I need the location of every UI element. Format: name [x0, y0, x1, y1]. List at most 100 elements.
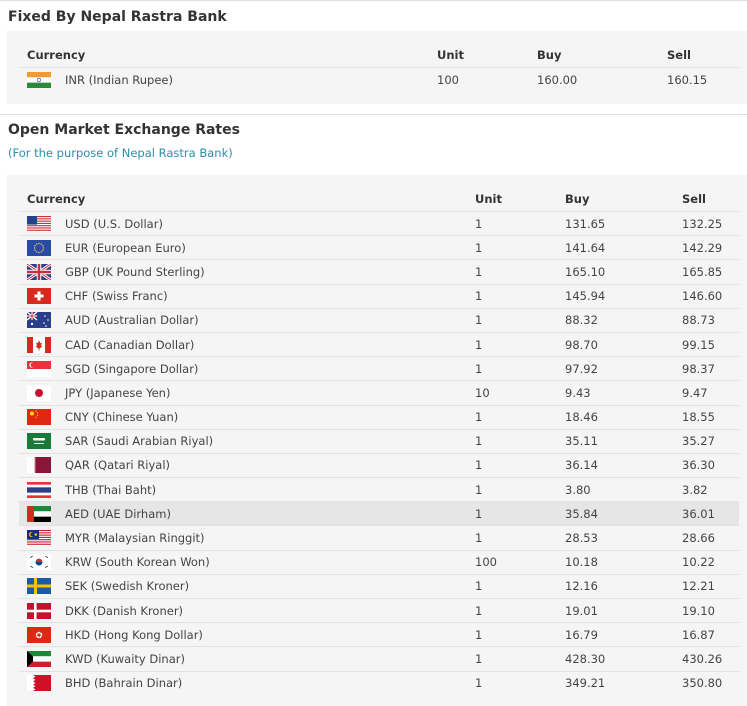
open-market-table: Currency Unit Buy Sell USD (U.S. Dollar)…: [19, 187, 739, 695]
cny-flag-icon: [27, 409, 51, 426]
currency-cell: SEK (Swedish Kroner): [19, 573, 467, 599]
buy-cell: 165.10: [557, 259, 674, 285]
currency-label: JPY (Japanese Yen): [65, 385, 171, 400]
table-row: KWD (Kuwaity Dinar) 1 428.30 430.26: [19, 646, 739, 672]
currency-label: CHF (Swiss Franc): [65, 289, 168, 304]
unit-cell: 1: [467, 307, 557, 333]
open-market-panel: Currency Unit Buy Sell USD (U.S. Dollar)…: [7, 175, 747, 706]
open-market-title: Open Market Exchange Rates: [8, 122, 240, 138]
currency-cell: BHD (Bahrain Dinar): [19, 670, 467, 695]
currency-cell: KWD (Kuwaity Dinar): [19, 646, 467, 672]
table-header-row: Currency Unit Buy Sell: [19, 43, 739, 68]
currency-cell: CHF (Swiss Franc): [19, 283, 467, 309]
currency-cell: USD (U.S. Dollar): [19, 210, 467, 236]
table-row: SEK (Swedish Kroner) 1 12.16 12.21: [19, 573, 739, 599]
currency-cell: SAR (Saudi Arabian Riyal): [19, 428, 467, 454]
currency-cell: EUR (European Euro): [19, 235, 467, 260]
aed-flag-icon: [27, 505, 51, 522]
unit-cell: 1: [467, 622, 557, 647]
buy-cell: 35.84: [557, 501, 674, 526]
sell-cell: 36.30: [674, 452, 739, 478]
col-buy: Buy: [537, 48, 562, 62]
currency-cell: CNY (Chinese Yuan): [19, 404, 467, 430]
currency-label: CNY (Chinese Yuan): [65, 410, 179, 425]
top-divider: [0, 0, 747, 1]
cad-flag-icon: [27, 336, 51, 353]
unit-cell: 1: [467, 452, 557, 478]
currency-cell: CAD (Canadian Dollar): [19, 331, 467, 357]
table-row: CAD (Canadian Dollar) 1 98.70 99.15: [19, 331, 739, 357]
currency-label: SEK (Swedish Kroner): [65, 579, 190, 594]
table-row: DKK (Danish Kroner) 1 19.01 19.10: [19, 597, 739, 623]
currency-cell: MYR (Malaysian Ringgit): [19, 525, 467, 551]
chf-flag-icon: [27, 288, 51, 305]
buy-cell: 10.18: [557, 549, 674, 575]
table-row: QAR (Qatari Riyal) 1 36.14 36.30: [19, 452, 739, 478]
table-row: BHD (Bahrain Dinar) 1 349.21 350.80: [19, 670, 739, 695]
currency-label: GBP (UK Pound Sterling): [65, 264, 205, 279]
unit-cell: 1: [467, 210, 557, 236]
unit-cell: 1: [467, 646, 557, 672]
sek-flag-icon: [27, 578, 51, 595]
jpy-flag-icon: [27, 384, 51, 401]
sgd-flag-icon: [27, 360, 51, 377]
sell-cell: 9.47: [674, 380, 739, 405]
currency-label: MYR (Malaysian Ringgit): [65, 531, 205, 546]
currency-label: BHD (Bahrain Dinar): [65, 676, 183, 691]
table-row: AUD (Australian Dollar) 1 88.32 88.73: [19, 307, 739, 333]
currency-label: KRW (South Korean Won): [65, 555, 210, 570]
unit-cell: 100: [467, 549, 557, 575]
unit-cell: 1: [467, 235, 557, 260]
dkk-flag-icon: [27, 602, 51, 619]
col-sell: Sell: [667, 48, 691, 62]
sell-cell: 99.15: [674, 331, 739, 357]
buy-cell: 28.53: [557, 525, 674, 551]
buy-cell: 145.94: [557, 283, 674, 309]
currency-label: SGD (Singapore Dollar): [65, 361, 199, 376]
currency-cell: GBP (UK Pound Sterling): [19, 259, 467, 285]
currency-cell: INR (Indian Rupee): [19, 67, 429, 92]
currency-label: USD (U.S. Dollar): [65, 216, 163, 231]
buy-cell: 131.65: [557, 210, 674, 236]
currency-cell: QAR (Qatari Riyal): [19, 452, 467, 478]
currency-cell: THB (Thai Baht): [19, 477, 467, 502]
fixed-rates-title: Fixed By Nepal Rastra Bank: [8, 9, 227, 25]
sell-cell: 19.10: [674, 597, 739, 623]
currency-label: HKD (Hong Kong Dollar): [65, 627, 203, 642]
currency-label: AED (UAE Dirham): [65, 506, 171, 521]
buy-cell: 18.46: [557, 404, 674, 430]
buy-cell: 16.79: [557, 622, 674, 647]
currency-cell: SGD (Singapore Dollar): [19, 356, 467, 381]
col-unit: Unit: [475, 192, 502, 206]
fixed-rates-panel: Currency Unit Buy Sell INR (Indian Rupee…: [7, 31, 747, 104]
table-row: INR (Indian Rupee) 100 160.00 160.15: [19, 67, 739, 92]
krw-flag-icon: [27, 554, 51, 571]
sell-cell: 88.73: [674, 307, 739, 333]
table-row: SAR (Saudi Arabian Riyal) 1 35.11 35.27: [19, 428, 739, 454]
table-row: JPY (Japanese Yen) 10 9.43 9.47: [19, 380, 739, 405]
sell-cell: 142.29: [674, 235, 739, 260]
currency-cell: DKK (Danish Kroner): [19, 597, 467, 623]
open-market-subtitle: (For the purpose of Nepal Rastra Bank): [8, 146, 233, 160]
usd-flag-icon: [27, 215, 51, 232]
sell-cell: 160.15: [659, 67, 739, 92]
currency-label: AUD (Australian Dollar): [65, 313, 199, 328]
unit-cell: 100: [429, 67, 529, 92]
inr-flag-icon: [27, 71, 51, 88]
sell-cell: 12.21: [674, 573, 739, 599]
table-row: USD (U.S. Dollar) 1 131.65 132.25: [19, 210, 739, 236]
sell-cell: 28.66: [674, 525, 739, 551]
sell-cell: 132.25: [674, 210, 739, 236]
currency-label: DKK (Danish Kroner): [65, 603, 184, 618]
unit-cell: 1: [467, 501, 557, 526]
table-row: HKD (Hong Kong Dollar) 1 16.79 16.87: [19, 622, 739, 647]
table-row: AED (UAE Dirham) 1 35.84 36.01: [19, 501, 739, 526]
unit-cell: 1: [467, 525, 557, 551]
buy-cell: 12.16: [557, 573, 674, 599]
buy-cell: 35.11: [557, 428, 674, 454]
sell-cell: 165.85: [674, 259, 739, 285]
myr-flag-icon: [27, 530, 51, 547]
table-row: KRW (South Korean Won) 100 10.18 10.22: [19, 549, 739, 575]
unit-cell: 10: [467, 380, 557, 405]
table-row: EUR (European Euro) 1 141.64 142.29: [19, 235, 739, 260]
